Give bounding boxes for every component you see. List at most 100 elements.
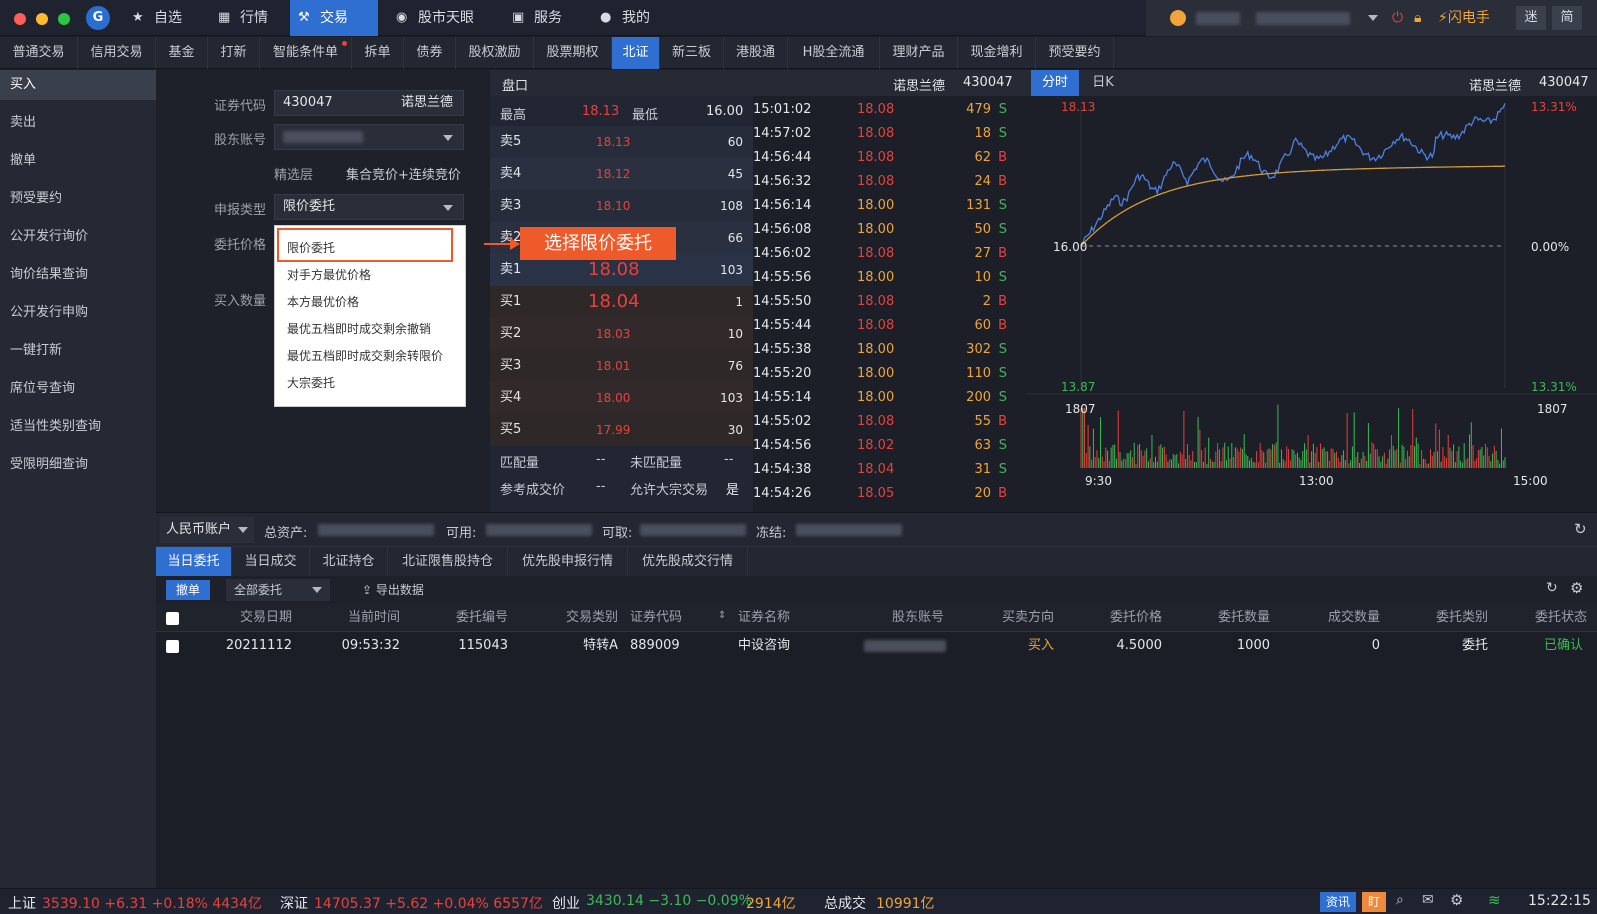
mail-icon[interactable]: ✉ <box>1422 892 1434 908</box>
subtab-8[interactable]: 股票期权 <box>534 37 612 69</box>
col-header-11[interactable]: 委托类别 <box>1436 604 1488 632</box>
power-icon[interactable]: ⏻ <box>1392 0 1403 36</box>
ask-level-4[interactable]: 卖4 18.12 45 <box>490 158 753 190</box>
col-header-5[interactable]: 证券名称 <box>738 604 790 632</box>
ask-level-3[interactable]: 卖3 18.10 108 <box>490 190 753 222</box>
option-best5-limit[interactable]: 最优五档即时成交剩余转限价 <box>287 347 443 364</box>
news-button[interactable]: 资讯 <box>1320 892 1356 912</box>
maximize-window-button[interactable] <box>58 13 70 25</box>
refresh-icon[interactable]: ↻ <box>1574 520 1587 538</box>
simplified-mode-button[interactable]: 简 <box>1552 6 1582 30</box>
refresh-icon[interactable]: ↻ <box>1546 580 1558 596</box>
avatar[interactable] <box>1170 10 1186 26</box>
nav-tab-market[interactable]: ▦ 行情 <box>210 0 286 36</box>
bid-level-1[interactable]: 买1 18.04 1 <box>490 286 753 318</box>
minimize-window-button[interactable] <box>36 13 48 25</box>
tab-daily-k[interactable]: 日K <box>1079 70 1127 96</box>
subtab-15[interactable]: 预受要约 <box>1036 37 1114 69</box>
order-type-select[interactable]: 限价委托 <box>274 194 464 220</box>
lock-icon[interactable]: 🔒︎ <box>1414 0 1421 36</box>
option-limit[interactable]: 限价委托 <box>287 239 335 256</box>
export-button[interactable]: ⇪ 导出数据 <box>362 581 424 598</box>
col-header-10[interactable]: 成交数量 <box>1328 604 1380 632</box>
holder-label: 股东账号 <box>214 133 267 148</box>
sidebar-item-tender[interactable]: 预受要约 <box>0 184 156 214</box>
option-best5-cancel[interactable]: 最优五档即时成交剩余撤销 <box>287 320 431 337</box>
nav-tab-trade[interactable]: ⚒ 交易 <box>290 0 378 36</box>
col-header-4[interactable]: 证券代码 <box>630 604 682 632</box>
col-header-6[interactable]: 股东账号 <box>892 604 944 632</box>
col-header-9[interactable]: 委托数量 <box>1218 604 1270 632</box>
subtab-2[interactable]: 基金 <box>156 37 208 69</box>
search-icon[interactable]: ⌕ <box>1396 892 1404 908</box>
subtab-14[interactable]: 现金增利 <box>958 37 1036 69</box>
watch-button[interactable]: 盯 <box>1362 892 1386 912</box>
row-checkbox[interactable] <box>166 640 179 653</box>
chevron-down-icon[interactable] <box>1368 15 1378 21</box>
nav-tab-watchlist[interactable]: ★ 自选 <box>124 0 200 36</box>
gear-icon[interactable]: ⚙ <box>1570 579 1583 597</box>
sidebar-item-cancel[interactable]: 撤单 <box>0 146 156 176</box>
ask-level-5[interactable]: 卖5 18.13 60 <box>490 126 753 158</box>
sidebar-item-seat-query[interactable]: 席位号查询 <box>0 374 156 404</box>
col-header-8[interactable]: 委托价格 <box>1110 604 1162 632</box>
subtab-4[interactable]: 智能条件单 <box>260 37 352 69</box>
gear-icon[interactable]: ⚙ <box>1450 891 1463 909</box>
tab-intraday[interactable]: 分时 <box>1031 70 1079 96</box>
bid-level-5[interactable]: 买5 17.99 30 <box>490 414 753 446</box>
subtab-5[interactable]: 拆单 <box>352 37 404 69</box>
subtab-6[interactable]: 债券 <box>404 37 456 69</box>
sidebar-item-suitability[interactable]: 适当性类别查询 <box>0 412 156 442</box>
sidebar-item-restricted[interactable]: 受限明细查询 <box>0 450 156 480</box>
tab-restricted-holdings[interactable]: 北证限售股持仓 <box>388 547 508 577</box>
bid-level-2[interactable]: 买2 18.03 10 <box>490 318 753 350</box>
tab-today-orders[interactable]: 当日委托 <box>156 547 232 577</box>
bid-level-3[interactable]: 买3 18.01 76 <box>490 350 753 382</box>
mini-mode-button[interactable]: 迷 <box>1516 6 1546 30</box>
subtab-3[interactable]: 打新 <box>208 37 260 69</box>
order-type-label: 申报类型 <box>214 203 267 218</box>
total-volume-value: 10991亿 <box>876 896 935 912</box>
sidebar-item-inquiry-result[interactable]: 询价结果查询 <box>0 260 156 290</box>
nav-tab-skyeye[interactable]: ◉ 股市天眼 <box>388 0 492 36</box>
subtab-13[interactable]: 理财产品 <box>880 37 958 69</box>
sidebar-item-ipo-subscribe[interactable]: 公开发行申购 <box>0 298 156 328</box>
close-window-button[interactable] <box>14 13 26 25</box>
option-block[interactable]: 大宗委托 <box>287 374 335 391</box>
nav-tab-mine[interactable]: ● 我的 <box>592 0 668 36</box>
flash-trade-button[interactable]: ⚡︎闪电手 <box>1438 0 1490 36</box>
tab-pref-deals[interactable]: 优先股成交行情 <box>628 547 748 577</box>
security-code-input[interactable]: 430047 诺思兰德 <box>274 90 464 116</box>
tab-today-deals[interactable]: 当日成交 <box>232 547 310 577</box>
sidebar-item-ipo-inquiry[interactable]: 公开发行询价 <box>0 222 156 252</box>
order-filter-select[interactable]: 全部委托 <box>226 579 330 601</box>
col-header-7[interactable]: 买卖方向 <box>1002 604 1054 632</box>
subtab-0[interactable]: 普通交易 <box>0 37 78 69</box>
subtab-9[interactable]: 北证 <box>612 37 660 69</box>
col-header-12[interactable]: 委托状态 <box>1535 604 1587 632</box>
currency-account-select[interactable]: 人民币账户 <box>160 517 254 543</box>
col-header-0[interactable]: 交易日期 <box>240 604 292 632</box>
tab-bse-holdings[interactable]: 北证持仓 <box>310 547 388 577</box>
sidebar-item-sell[interactable]: 卖出 <box>0 108 156 138</box>
tab-pref-quote[interactable]: 优先股申报行情 <box>508 547 628 577</box>
holder-account-select[interactable] <box>274 124 464 150</box>
sidebar-item-one-click-ipo[interactable]: 一键打新 <box>0 336 156 366</box>
subtab-11[interactable]: 港股通 <box>724 37 788 69</box>
subtab-7[interactable]: 股权激励 <box>456 37 534 69</box>
sidebar-item-buy[interactable]: 买入 <box>0 70 156 100</box>
subtab-12[interactable]: H股全流通 <box>788 37 880 69</box>
col-header-3[interactable]: 交易类别 <box>566 604 618 632</box>
option-own-best[interactable]: 本方最优价格 <box>287 293 359 310</box>
subtab-10[interactable]: 新三板 <box>660 37 724 69</box>
subtab-1[interactable]: 信用交易 <box>78 37 156 69</box>
select-all-checkbox[interactable] <box>166 612 179 625</box>
bid-level-4[interactable]: 买4 18.00 103 <box>490 382 753 414</box>
sort-icon[interactable]: ⇕ <box>718 610 726 621</box>
sh-index-label: 上证 <box>8 896 36 912</box>
col-header-1[interactable]: 当前时间 <box>348 604 400 632</box>
col-header-2[interactable]: 委托编号 <box>456 604 508 632</box>
option-counterparty-best[interactable]: 对手方最优价格 <box>287 266 371 283</box>
nav-tab-service[interactable]: ▣ 服务 <box>504 0 580 36</box>
cancel-order-button[interactable]: 撤单 <box>166 580 210 600</box>
